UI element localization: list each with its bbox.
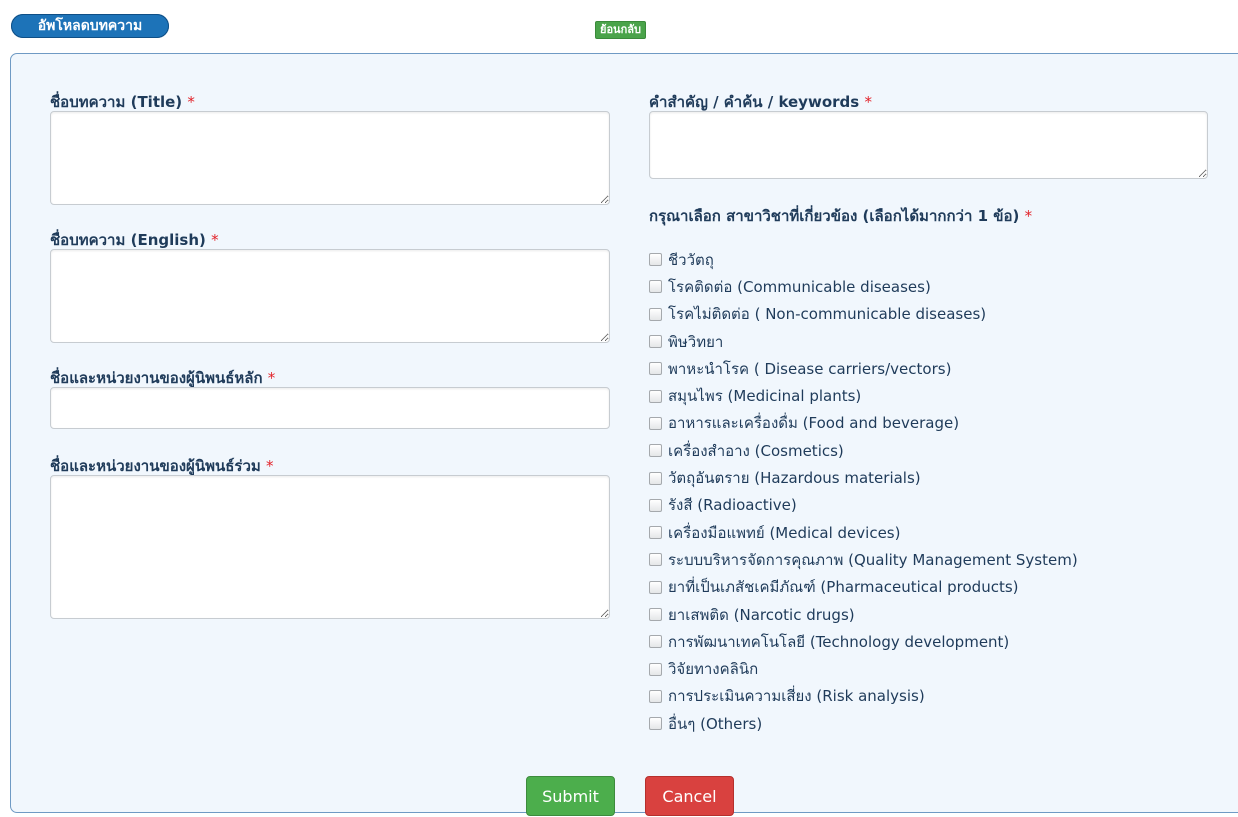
category-option[interactable]: พาหะนำโรค ( Disease carriers/vectors) bbox=[649, 355, 1078, 382]
category-option-label: การพัฒนาเทคโนโลยี (Technology developmen… bbox=[668, 632, 1010, 651]
checkbox[interactable] bbox=[649, 335, 662, 349]
category-option[interactable]: วิจัยทางคลินิก bbox=[649, 655, 1078, 682]
category-option-label: ยาที่เป็นเภสัชเคมีภัณฑ์ (Pharmaceutical … bbox=[668, 578, 1019, 597]
title-english-textarea[interactable] bbox=[50, 249, 610, 343]
checkbox[interactable] bbox=[649, 389, 662, 403]
category-checkbox-list: ชีววัตถุ โรคติดต่อ (Communicable disease… bbox=[649, 246, 1078, 737]
checkbox[interactable] bbox=[649, 662, 662, 676]
category-option-label: โรคติดต่อ (Communicable diseases) bbox=[668, 277, 931, 296]
category-option[interactable]: ระบบบริหารจัดการคุณภาพ (Quality Manageme… bbox=[649, 546, 1078, 573]
category-option-label: อื่นๆ (Others) bbox=[668, 714, 763, 733]
checkbox[interactable] bbox=[649, 498, 662, 512]
category-option[interactable]: ชีววัตถุ bbox=[649, 246, 1078, 273]
main-author-input[interactable] bbox=[50, 387, 610, 429]
category-option[interactable]: การพัฒนาเทคโนโลยี (Technology developmen… bbox=[649, 628, 1078, 655]
keywords-textarea[interactable] bbox=[649, 111, 1208, 179]
category-option[interactable]: เครื่องมือแพทย์ (Medical devices) bbox=[649, 519, 1078, 546]
category-option[interactable]: ยาที่เป็นเภสัชเคมีภัณฑ์ (Pharmaceutical … bbox=[649, 574, 1078, 601]
category-label: กรุณาเลือก สาขาวิชาที่เกี่ยวข้อง (เลือกไ… bbox=[649, 207, 1033, 225]
category-option[interactable]: ยาเสพติด (Narcotic drugs) bbox=[649, 601, 1078, 628]
required-mark: * bbox=[211, 231, 219, 249]
checkbox[interactable] bbox=[649, 362, 662, 376]
category-option-label: อาหารและเครื่องดื่ม (Food and beverage) bbox=[668, 414, 960, 433]
category-option-label: ระบบบริหารจัดการคุณภาพ (Quality Manageme… bbox=[668, 550, 1078, 569]
category-option-label: สมุนไพร (Medicinal plants) bbox=[668, 387, 862, 406]
category-option-label: เครื่องมือแพทย์ (Medical devices) bbox=[668, 523, 901, 542]
checkbox[interactable] bbox=[649, 444, 662, 458]
submit-button[interactable]: Submit bbox=[526, 776, 615, 816]
category-option-label: การประเมินความเสี่ยง (Risk analysis) bbox=[668, 687, 925, 706]
category-option-label: โรคไม่ติดต่อ ( Non-communicable diseases… bbox=[668, 305, 987, 324]
checkbox[interactable] bbox=[649, 307, 662, 321]
title-textarea[interactable] bbox=[50, 111, 610, 205]
checkbox[interactable] bbox=[649, 553, 662, 567]
checkbox[interactable] bbox=[649, 471, 662, 485]
required-mark: * bbox=[266, 457, 274, 475]
required-mark: * bbox=[267, 369, 276, 387]
checkbox[interactable] bbox=[649, 608, 662, 621]
category-option-label: พาหะนำโรค ( Disease carriers/vectors) bbox=[668, 359, 952, 378]
category-option[interactable]: พิษวิทยา bbox=[649, 328, 1078, 355]
category-option-label: พิษวิทยา bbox=[668, 332, 724, 351]
checkbox[interactable] bbox=[649, 526, 662, 540]
category-option-label: วัตถุอันตราย (Hazardous materials) bbox=[668, 469, 921, 488]
category-option-label: ยาเสพติด (Narcotic drugs) bbox=[668, 605, 855, 624]
category-option-label: รังสี (Radioactive) bbox=[668, 496, 797, 515]
cancel-button[interactable]: Cancel bbox=[645, 776, 734, 816]
category-option[interactable]: โรคติดต่อ (Communicable diseases) bbox=[649, 273, 1078, 300]
co-author-textarea[interactable] bbox=[50, 475, 610, 619]
checkbox[interactable] bbox=[649, 717, 662, 731]
checkbox[interactable] bbox=[649, 580, 662, 594]
checkbox[interactable] bbox=[649, 635, 662, 649]
category-option[interactable]: วัตถุอันตราย (Hazardous materials) bbox=[649, 464, 1078, 491]
category-option[interactable]: อื่นๆ (Others) bbox=[649, 710, 1078, 737]
checkbox[interactable] bbox=[649, 689, 662, 703]
category-option[interactable]: สมุนไพร (Medicinal plants) bbox=[649, 382, 1078, 409]
page-title: อัพโหลดบทความ bbox=[11, 14, 169, 38]
required-mark: * bbox=[864, 93, 872, 111]
required-mark: * bbox=[1024, 207, 1033, 225]
category-option-label: วิจัยทางคลินิก bbox=[668, 660, 759, 679]
required-mark: * bbox=[187, 93, 195, 111]
checkbox[interactable] bbox=[649, 280, 662, 294]
category-option[interactable]: การประเมินความเสี่ยง (Risk analysis) bbox=[649, 683, 1078, 710]
category-option-label: เครื่องสำอาง (Cosmetics) bbox=[668, 441, 844, 460]
category-option[interactable]: อาหารและเครื่องดื่ม (Food and beverage) bbox=[649, 410, 1078, 437]
checkbox[interactable] bbox=[649, 253, 662, 267]
category-option[interactable]: เครื่องสำอาง (Cosmetics) bbox=[649, 437, 1078, 464]
category-option[interactable]: โรคไม่ติดต่อ ( Non-communicable diseases… bbox=[649, 301, 1078, 328]
category-option[interactable]: รังสี (Radioactive) bbox=[649, 492, 1078, 519]
checkbox[interactable] bbox=[649, 416, 662, 430]
category-option-label: ชีววัตถุ bbox=[668, 250, 714, 269]
back-button[interactable]: ย้อนกลับ bbox=[595, 21, 646, 39]
